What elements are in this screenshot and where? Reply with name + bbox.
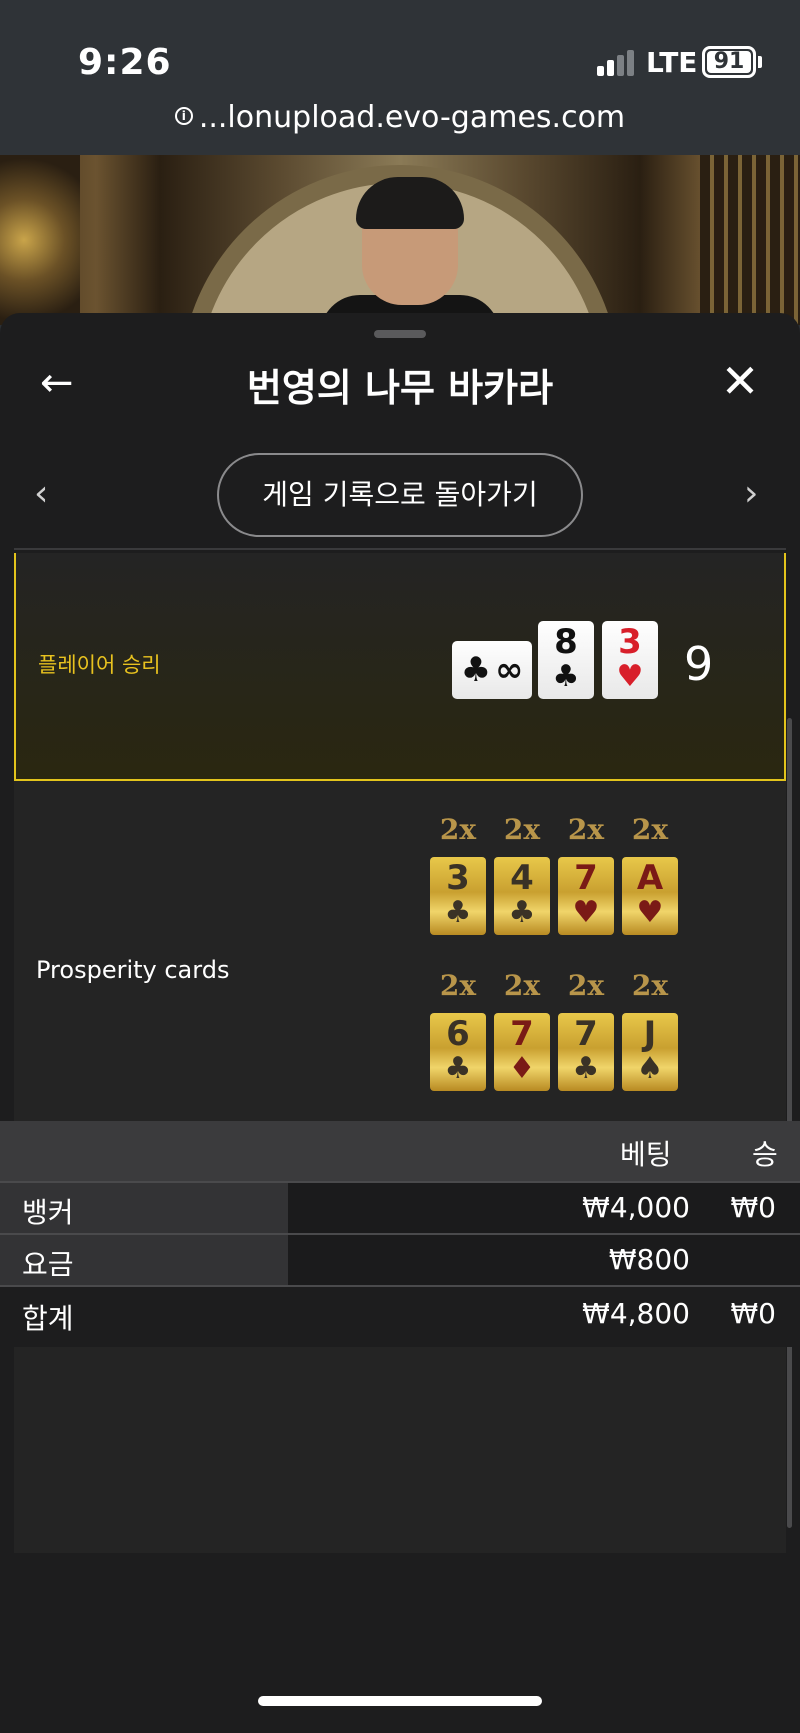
address-bar[interactable]: i ...lonupload.evo-games.com <box>0 100 800 135</box>
row-name-cell: 요금 <box>0 1235 288 1285</box>
prosperity-card: 3 ♣ <box>430 857 486 935</box>
card-rank: 7 <box>574 1014 598 1054</box>
prosperity-card: J ♠ <box>622 1013 678 1091</box>
player-win-label: 플레이어 승리 <box>38 653 161 677</box>
network-type: LTE <box>646 46 698 79</box>
win-amount: ₩0 <box>730 1191 777 1224</box>
prosperity-card: 7 ♥ <box>558 857 614 935</box>
total-label: 합계 <box>22 1302 74 1335</box>
status-bar: 9:26 LTE 91 i ...lonupload.evo-games.com <box>0 0 800 155</box>
table-row: 요금 ₩800 <box>0 1235 800 1285</box>
close-icon[interactable]: ✕ <box>716 357 764 405</box>
bet-column-header: 베팅 <box>620 1138 672 1171</box>
drag-handle[interactable] <box>374 330 426 338</box>
multiplier-badge: 2x <box>439 813 477 846</box>
total-row: 합계 ₩4,800 ₩0 <box>0 1287 800 1347</box>
cellular-signal-icon <box>597 50 637 76</box>
row-value-cell: ₩4,000 ₩0 <box>288 1183 800 1233</box>
multiplier-badge: 2x <box>503 813 541 846</box>
card-rank: ∞ <box>495 650 524 690</box>
card-rank: 3 <box>446 858 470 898</box>
card-suit: ♥ <box>636 895 664 930</box>
card-rank: A <box>636 858 664 898</box>
modal-title: 번영의 나무 바카라 <box>246 366 554 410</box>
row-name-cell: 뱅커 <box>0 1183 288 1233</box>
prosperity-card: 4 ♣ <box>494 857 550 935</box>
prosperity-card: 6 ♣ <box>430 1013 486 1091</box>
round-result-panel[interactable]: 플레이어 승리 ♣ ∞ 8 ♣ 3 ♥ 9 Prosperity cards 2x… <box>14 553 786 1553</box>
total-win-amount: ₩0 <box>730 1297 777 1330</box>
screen-decoration <box>700 155 800 325</box>
player-card-2: 8 ♣ <box>538 621 594 699</box>
card-suit: ♠ <box>636 1051 664 1086</box>
card-rank: J <box>643 1014 657 1054</box>
status-time: 9:26 <box>78 42 172 83</box>
card-suit: ♣ <box>444 1051 472 1086</box>
multiplier-badge: 2x <box>567 813 605 846</box>
table-row: 뱅커 ₩4,000 ₩0 <box>0 1183 800 1233</box>
bet-amount: ₩800 <box>608 1243 690 1276</box>
card-suit: ♣ <box>508 895 536 930</box>
player-card-3: 3 ♥ <box>602 621 658 699</box>
home-indicator[interactable] <box>258 1696 542 1706</box>
row-value-cell: ₩800 <box>288 1235 800 1285</box>
divider <box>14 548 786 550</box>
dragon-decoration <box>0 155 80 325</box>
info-icon[interactable]: i <box>174 106 193 125</box>
battery-icon: 91 <box>702 46 756 78</box>
chevron-right-icon[interactable]: › <box>744 473 758 514</box>
card-suit: ♦ <box>508 1051 536 1086</box>
multiplier-badge: 2x <box>567 969 605 1002</box>
card-suit: ♣ <box>572 1051 600 1086</box>
multiplier-badge: 2x <box>631 969 669 1002</box>
card-suit: ♣ <box>444 895 472 930</box>
card-suit: ♥ <box>572 895 600 930</box>
battery-tip-icon <box>758 56 762 68</box>
bets-table-header: 베팅 승 <box>0 1121 800 1181</box>
card-rank: 6 <box>446 1014 470 1054</box>
player-card-1: ♣ ∞ <box>452 641 532 699</box>
card-rank: 4 <box>510 858 534 898</box>
card-suit: ♣ <box>460 650 492 690</box>
bet-name: 요금 <box>22 1248 74 1281</box>
live-video <box>0 155 800 325</box>
card-suit: ♣ <box>552 659 580 694</box>
card-rank: 7 <box>510 1014 534 1054</box>
multiplier-badge: 2x <box>503 969 541 1002</box>
win-column-header: 승 <box>752 1138 778 1171</box>
card-rank: 7 <box>574 858 598 898</box>
bet-amount: ₩4,000 <box>582 1191 690 1224</box>
prosperity-card: A ♥ <box>622 857 678 935</box>
multiplier-badge: 2x <box>439 969 477 1002</box>
back-to-history-button[interactable]: 게임 기록으로 돌아가기 <box>217 453 583 537</box>
card-suit: ♥ <box>616 659 644 694</box>
multiplier-badge: 2x <box>631 813 669 846</box>
player-result-row: 플레이어 승리 ♣ ∞ 8 ♣ 3 ♥ 9 <box>14 553 786 781</box>
battery-level: 91 <box>707 51 751 73</box>
game-history-sheet: ← 번영의 나무 바카라 ✕ ‹ 게임 기록으로 돌아가기 › 플레이어 승리 … <box>0 313 800 1733</box>
card-rank: 3 <box>618 622 642 662</box>
url-text: ...lonupload.evo-games.com <box>198 100 626 135</box>
card-rank: 8 <box>554 622 578 662</box>
prosperity-card: 7 ♣ <box>558 1013 614 1091</box>
bet-name: 뱅커 <box>22 1196 74 1229</box>
total-bet-amount: ₩4,800 <box>582 1297 690 1330</box>
player-score: 9 <box>684 637 714 691</box>
prosperity-cards-label: Prosperity cards <box>36 956 230 984</box>
chevron-left-icon[interactable]: ‹ <box>34 473 48 514</box>
prosperity-card: 7 ♦ <box>494 1013 550 1091</box>
